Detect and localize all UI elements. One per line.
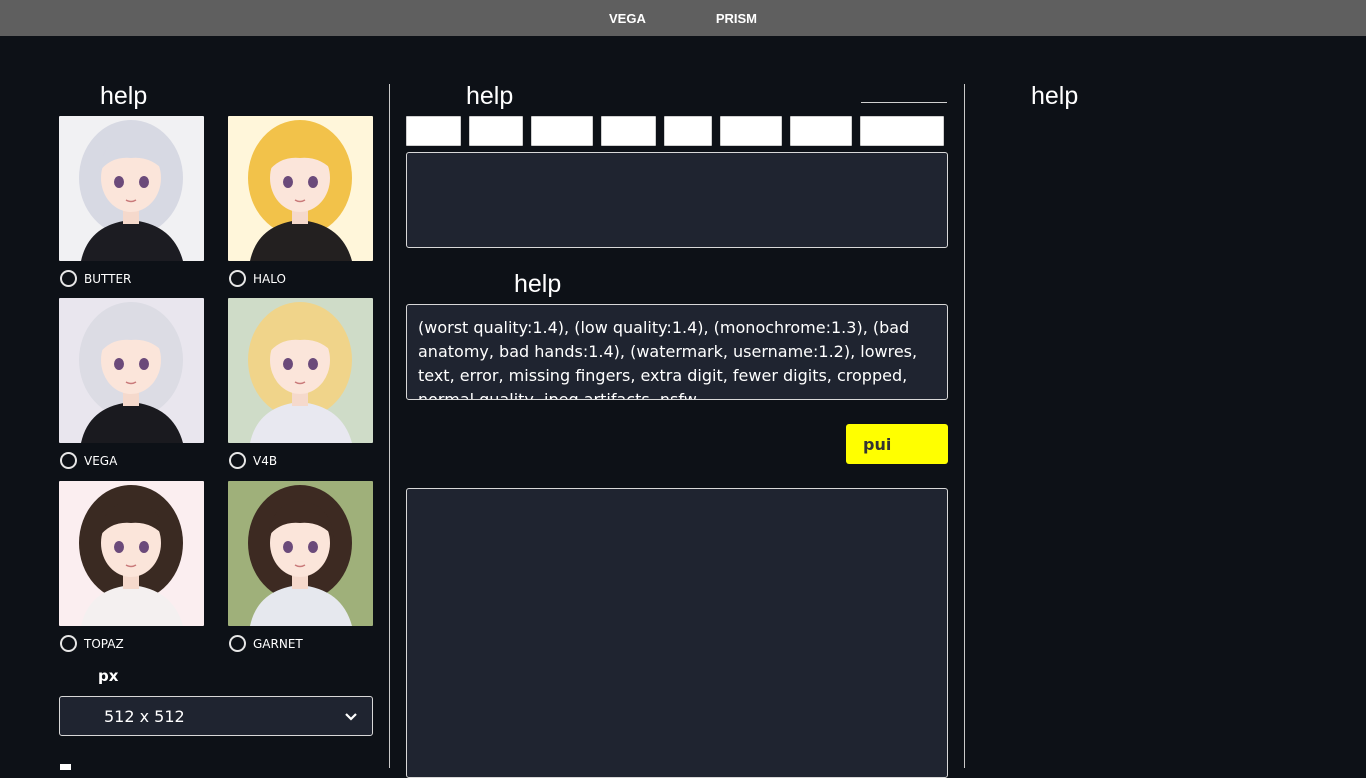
model-radio-row[interactable]: HALO [228,270,373,287]
model-thumbnail-halo[interactable] [228,116,373,261]
tag-box-1[interactable] [406,116,461,146]
column-divider-right [964,84,965,768]
radio-button[interactable] [229,635,246,652]
radio-button[interactable] [60,635,77,652]
model-thumbnail-butter[interactable] [59,116,204,261]
model-name-label: HALO [253,271,286,286]
model-name-label: VEGA [84,453,118,468]
tag-box-8[interactable] [860,116,944,146]
model-name-label: TOPAZ [84,636,124,651]
radio-button[interactable] [60,452,77,469]
portrait-eye-right [308,176,318,188]
model-card-vega[interactable]: VEGA [59,298,204,469]
output-image-panel [406,488,948,778]
model-radio-row[interactable]: VEGA [59,452,204,469]
prompt-section-heading: help [466,82,514,110]
portrait-eye-left [114,358,124,370]
tag-box-6[interactable] [720,116,782,146]
model-radio-row[interactable]: V4B [228,452,373,469]
portrait-eye-right [139,176,149,188]
radio-button[interactable] [229,270,246,287]
radio-button[interactable] [229,452,246,469]
column-divider-left [389,84,390,768]
model-card-garnet[interactable]: GARNET [228,481,373,652]
negative-prompt-textarea[interactable]: (worst quality:1.4), (low quality:1.4), … [406,304,948,400]
nav-link-prism[interactable]: PRISM [716,11,757,26]
model-radio-row[interactable]: TOPAZ [59,635,204,652]
portrait-eye-right [139,541,149,553]
portrait-eye-left [283,541,293,553]
model-name-label: V4B [253,453,278,468]
chevron-down-icon [345,713,357,721]
top-navigation-bar: VEGA PRISM [0,0,1366,36]
model-thumbnail-v4b[interactable] [228,298,373,443]
tag-box-7[interactable] [790,116,852,146]
prompt-text [407,153,947,175]
model-radio-row[interactable]: BUTTER [59,270,204,287]
model-thumbnail-garnet[interactable] [228,481,373,626]
portrait-eye-left [114,176,124,188]
right-section-heading: help [1031,82,1079,110]
underline-input[interactable] [861,102,947,103]
model-radio-row[interactable]: GARNET [228,635,373,652]
portrait-eye-left [283,358,293,370]
model-thumbnail-topaz[interactable] [59,481,204,626]
model-name-label: GARNET [253,636,303,651]
portrait-eye-left [114,541,124,553]
size-select-value: 512 x 512 [104,706,185,726]
tag-box-2[interactable] [469,116,523,146]
generate-button[interactable]: pui [846,424,948,464]
model-card-v4b[interactable]: V4B [228,298,373,469]
portrait-eye-left [283,176,293,188]
portrait-eye-right [308,541,318,553]
radio-button[interactable] [60,270,77,287]
nav-link-vega[interactable]: VEGA [609,11,646,26]
model-thumbnail-vega[interactable] [59,298,204,443]
tag-box-4[interactable] [601,116,656,146]
model-card-topaz[interactable]: TOPAZ [59,481,204,652]
model-section-heading: help [100,82,148,110]
size-select[interactable]: 512 x 512 [59,696,373,736]
option-checkbox[interactable] [60,764,71,770]
negative-prompt-heading: help [514,270,562,298]
prompt-textarea[interactable] [406,152,948,248]
model-name-label: BUTTER [84,271,132,286]
tag-box-5[interactable] [664,116,712,146]
tag-box-3[interactable] [531,116,593,146]
model-card-butter[interactable]: BUTTER [59,116,204,287]
size-label: px [98,667,119,685]
portrait-eye-right [308,358,318,370]
portrait-eye-right [139,358,149,370]
negative-prompt-text: (worst quality:1.4), (low quality:1.4), … [418,318,918,400]
model-card-halo[interactable]: HALO [228,116,373,287]
